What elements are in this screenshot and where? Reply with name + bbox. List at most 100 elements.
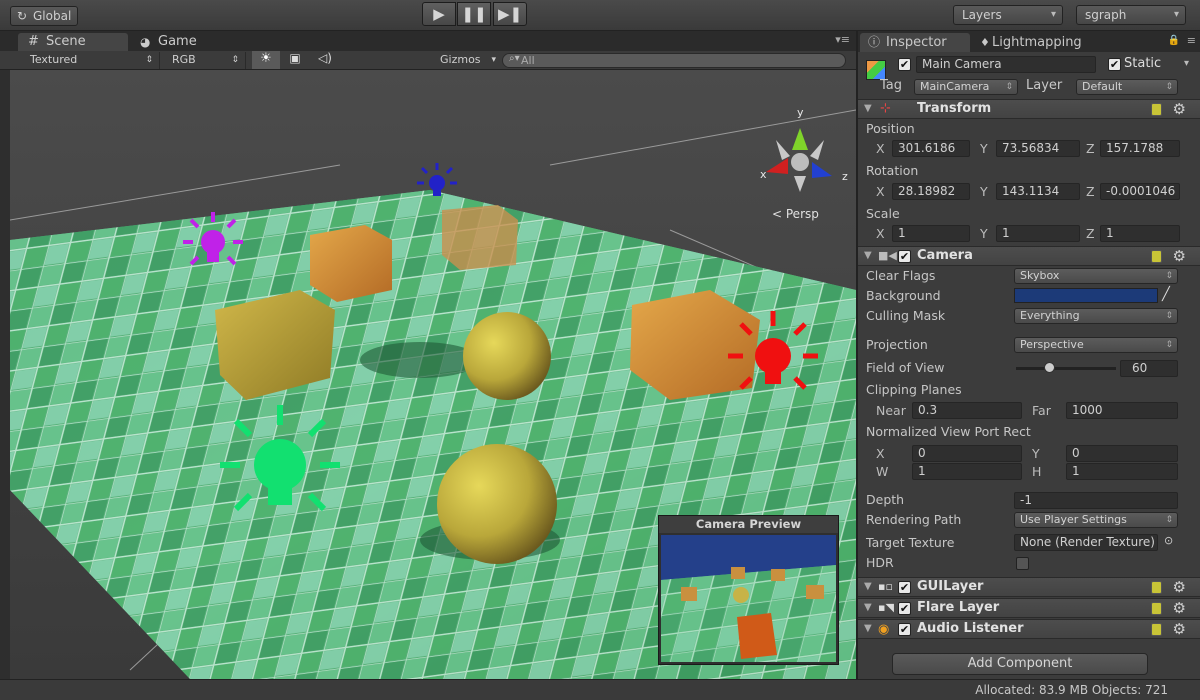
help-book-icon[interactable] [1151,103,1162,116]
audio-listener-checkbox[interactable]: ✔ [898,623,911,636]
fov-slider-track[interactable] [1016,367,1116,370]
lock-icon[interactable]: 🔒 [1168,35,1180,46]
tab-lightmapping[interactable]: ♦ Lightmapping [976,33,1106,52]
projection-dropdown[interactable]: Perspective [1014,337,1178,353]
help-book-icon[interactable] [1151,623,1162,636]
position-y-input[interactable]: 73.56834 [996,140,1080,157]
culling-mask-value: Everything [1020,309,1080,322]
pause-button[interactable]: ❚❚ [457,2,491,26]
rotation-y-input[interactable]: 143.1134 [996,183,1080,200]
scale-label: Scale [866,206,900,221]
tab-game[interactable]: ◕ Game [130,33,220,51]
collapse-icon[interactable]: ▼ [864,103,872,114]
position-x-input[interactable]: 301.6186 [892,140,970,157]
step-button[interactable]: ▶❚ [493,2,527,26]
gui-layer-title: GUILayer [917,579,984,594]
vp-w-input[interactable]: 1 [912,463,1022,480]
object-name-input[interactable]: Main Camera [916,56,1096,73]
clear-flags-row: Clear Flags Skybox [858,266,1200,286]
clipping-label: Clipping Planes [866,382,962,397]
persp-label[interactable]: < Persp [772,207,819,221]
collapse-icon[interactable]: ▼ [864,623,872,634]
add-component-button[interactable]: Add Component [892,653,1148,675]
help-book-icon[interactable] [1151,250,1162,263]
vp-x-input[interactable]: 0 [912,445,1022,462]
help-book-icon[interactable] [1151,581,1162,594]
far-input[interactable]: 1000 [1066,402,1178,419]
render-mode-dropdown[interactable]: RGB ⇕ [162,52,246,69]
camera-enabled-checkbox[interactable]: ✔ [898,250,911,263]
rendering-path-dropdown[interactable]: Use Player Settings [1014,512,1178,528]
fov-slider-handle[interactable] [1044,362,1055,373]
panel-menu-icon[interactable]: ≡ [1187,34,1196,47]
depth-input[interactable]: -1 [1014,492,1178,509]
layer-dropdown[interactable]: Default [1076,79,1178,95]
scene-viewport[interactable]: y x z < Persp Camera Preview [10,70,856,679]
flare-layer-component-header[interactable]: ▼ ▪◥ ✔ Flare Layer ⚙ [858,598,1200,618]
axis-x-label: X [876,141,885,156]
gear-icon[interactable]: ⚙ [1173,100,1186,118]
depth-value: -1 [1020,493,1032,507]
target-texture-field[interactable]: None (Render Texture) [1014,534,1158,551]
layers-dropdown[interactable]: Layers [953,5,1063,25]
vp-h-input[interactable]: 1 [1066,463,1178,480]
near-input[interactable]: 0.3 [912,402,1022,419]
play-button[interactable]: ▶ [422,2,456,26]
gear-icon[interactable]: ⚙ [1173,599,1186,617]
gear-icon[interactable]: ⚙ [1173,620,1186,638]
scene-audio-toggle[interactable]: ◁) [312,51,338,69]
rendering-path-value: Use Player Settings [1020,513,1127,526]
gear-icon[interactable]: ⚙ [1173,578,1186,596]
fov-input[interactable]: 60 [1120,360,1178,377]
static-checkbox[interactable]: ✔ [1108,58,1121,71]
scene-search-input[interactable]: ⌕▾ All [502,53,846,68]
global-toggle-button[interactable]: ↻ Global [10,6,78,26]
tab-inspector[interactable]: ⓘ Inspector [860,33,970,52]
gui-layer-component-header[interactable]: ▼ ▪▫ ✔ GUILayer ⚙ [858,577,1200,597]
gizmos-dropdown[interactable]: Gizmos ▾ [430,52,498,69]
collapse-icon[interactable]: ▼ [864,581,872,592]
flare-layer-checkbox[interactable]: ✔ [898,602,911,615]
active-checkbox[interactable]: ✔ [898,58,911,71]
collapse-icon[interactable]: ▼ [864,602,872,613]
main-toolbar: ↻ Global ▶ ❚❚ ▶❚ Layers sgraph [0,0,1200,31]
rotation-z-input[interactable]: -0.0001046 [1100,183,1180,200]
panel-menu-icon[interactable]: ▾≡ [835,33,850,46]
vp-y-input[interactable]: 0 [1066,445,1178,462]
depth-row: Depth -1 [858,490,1200,510]
hdr-checkbox[interactable] [1016,557,1029,570]
background-color-swatch[interactable] [1014,288,1158,303]
transform-component-header[interactable]: ▼ ⊹ Transform ⚙ [858,99,1200,119]
layout-dropdown[interactable]: sgraph [1076,5,1186,25]
gui-layer-checkbox[interactable]: ✔ [898,581,911,594]
scale-x-input[interactable]: 1 [892,225,970,242]
tag-dropdown[interactable]: MainCamera [914,79,1018,95]
shading-mode-dropdown[interactable]: Textured ⇕ [20,52,160,69]
culling-mask-dropdown[interactable]: Everything [1014,308,1178,324]
layers-label: Layers [962,8,1002,22]
rotation-fields: X 28.18982 Y 143.1134 Z -0.0001046 [858,182,1200,202]
gear-icon[interactable]: ⚙ [1173,247,1186,265]
background-label: Background [866,288,941,303]
grid-icon: # [28,34,39,49]
play-icon: ▶ [433,5,445,23]
rendering-path-row: Rendering Path Use Player Settings [858,510,1200,530]
audio-listener-component-header[interactable]: ▼ ◉ ✔ Audio Listener ⚙ [858,619,1200,639]
camera-component-header[interactable]: ▼ ■◀ ✔ Camera ⚙ [858,246,1200,266]
static-dropdown-icon[interactable]: ▾ [1184,58,1189,69]
tab-scene[interactable]: # Scene [18,33,128,51]
rotation-x-input[interactable]: 28.18982 [892,183,970,200]
scale-z-input[interactable]: 1 [1100,225,1180,242]
clear-flags-dropdown[interactable]: Skybox [1014,268,1178,284]
collapse-icon[interactable]: ▼ [864,250,872,261]
scale-y-input[interactable]: 1 [996,225,1080,242]
scene-lighting-toggle[interactable]: ☀ [252,51,280,69]
speaker-icon: ◁) [318,51,332,65]
target-texture-label: Target Texture [866,535,955,550]
help-book-icon[interactable] [1151,602,1162,615]
rotation-z-value: -0.0001046 [1106,184,1176,198]
eyedropper-icon[interactable]: ╱ [1162,287,1170,302]
object-picker-icon[interactable]: ⊙ [1164,534,1173,547]
scene-overlay-toggle[interactable]: ▣ [282,51,308,69]
position-z-input[interactable]: 157.1788 [1100,140,1180,157]
